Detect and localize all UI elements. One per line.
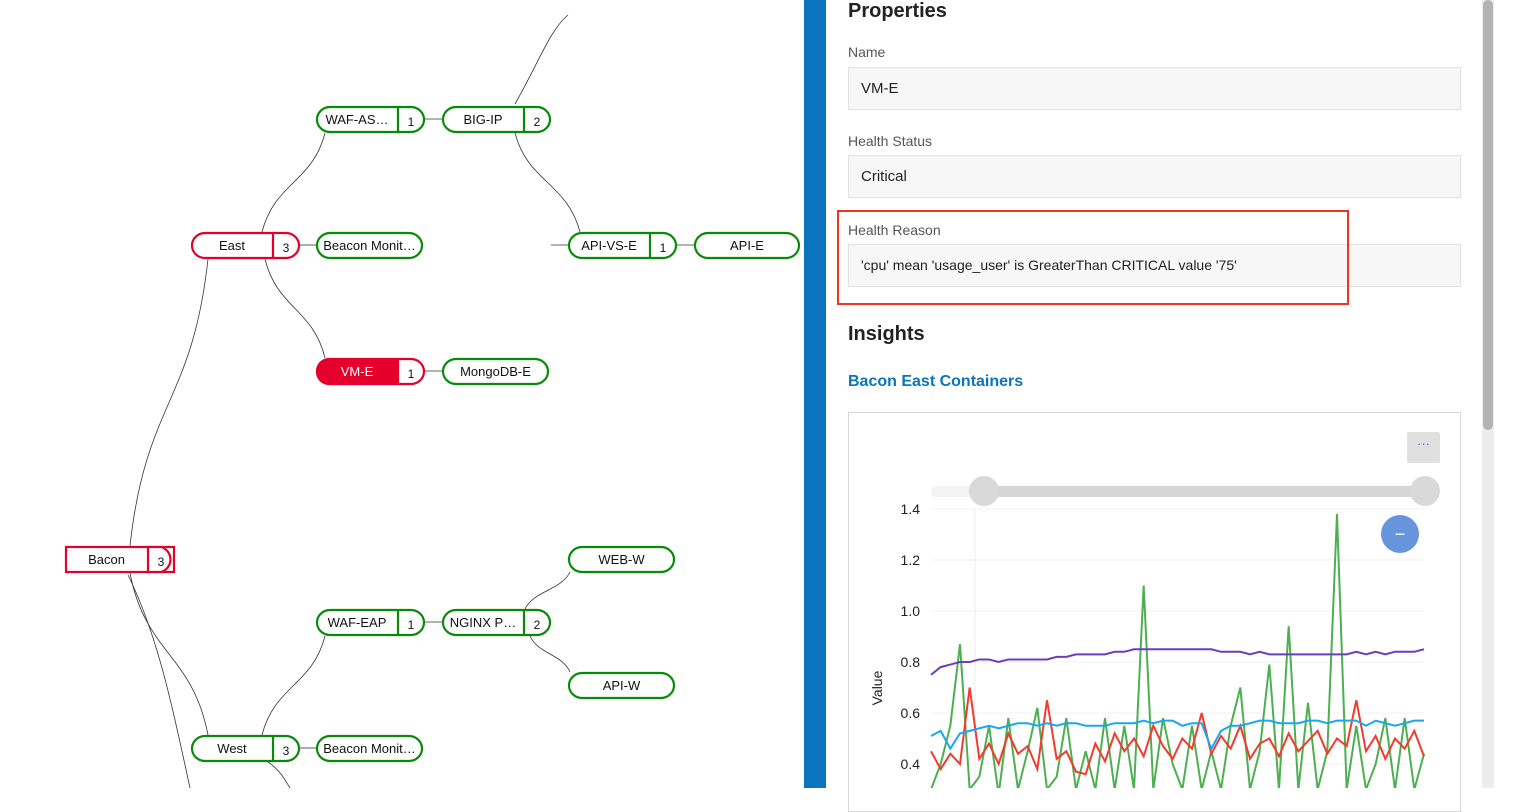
- tree-edge: [127, 574, 191, 788]
- node-count: 3: [283, 744, 290, 758]
- y-tick-label: 0.8: [901, 654, 921, 670]
- tree-node-api-e[interactable]: API-E: [693, 231, 801, 260]
- node-label: API-VS-E: [581, 238, 637, 253]
- node-count: 1: [660, 241, 667, 255]
- tree-edge: [529, 635, 571, 673]
- tree-edge: [129, 258, 209, 547]
- y-tick-label: 1.0: [901, 603, 921, 619]
- tree-node-beacon-e[interactable]: Beacon Monit…: [315, 231, 424, 260]
- tree-edge: [267, 761, 291, 788]
- node-label: Beacon Monit…: [323, 238, 416, 253]
- tree-edge: [514, 132, 581, 233]
- node-label: VM-E: [341, 364, 374, 379]
- insights-chart: 1.4 1.2 1.0 0.8 0.6 0.4 Value −: [869, 476, 1440, 788]
- y-axis-label: Value: [869, 670, 885, 705]
- tree-node-bacon[interactable]: Bacon 3: [64, 545, 176, 574]
- y-tick-label: 1.4: [901, 501, 921, 517]
- tree-node-vm-e[interactable]: VM-E 1: [315, 357, 426, 386]
- node-label: WEB-W: [598, 552, 645, 567]
- node-count: 3: [158, 555, 165, 569]
- node-label: East: [219, 238, 245, 253]
- range-slider-selection[interactable]: [984, 486, 1424, 497]
- tree-node-mongodb-e[interactable]: MongoDB-E: [441, 357, 550, 386]
- tree-node-big-ip[interactable]: BIG-IP 2: [441, 105, 552, 134]
- tree-node-waf-eap[interactable]: WAF-EAP 1: [315, 608, 426, 637]
- topology-tree: Bacon 3 East 3 WAF-AS… 1 BIG-IP 2 API-VS-E 1 API-E…: [64, 14, 801, 788]
- tree-node-api-vs-e[interactable]: API-VS-E 1: [567, 231, 678, 260]
- chart-more-button[interactable]: ···: [1407, 432, 1440, 463]
- node-count: 1: [408, 618, 415, 632]
- scrollbar-thumb[interactable]: [1483, 0, 1493, 430]
- panel-resize-divider[interactable]: [804, 0, 826, 788]
- node-count: 1: [408, 367, 415, 381]
- node-count: 1: [408, 115, 415, 129]
- node-label: WAF-AS…: [325, 112, 388, 127]
- tree-edge: [524, 571, 571, 610]
- node-count: 2: [534, 115, 541, 129]
- tree-node-web-w[interactable]: WEB-W: [567, 545, 676, 574]
- minus-icon: −: [1395, 524, 1406, 544]
- tree-edge: [264, 258, 326, 359]
- node-label: API-W: [603, 678, 641, 693]
- y-tick-label: 0.4: [901, 756, 921, 772]
- range-slider-right-handle[interactable]: [1410, 476, 1440, 506]
- node-label: WAF-EAP: [328, 615, 387, 630]
- node-count: 2: [534, 618, 541, 632]
- tree-node-east[interactable]: East 3: [190, 231, 301, 260]
- node-label: MongoDB-E: [460, 364, 531, 379]
- tree-node-api-w[interactable]: API-W: [567, 671, 676, 700]
- tree-edge: [514, 14, 569, 105]
- tree-node-west[interactable]: West 3: [190, 734, 301, 763]
- range-slider-left-handle[interactable]: [969, 476, 999, 506]
- tree-edge: [129, 572, 209, 736]
- node-label: BIG-IP: [463, 112, 502, 127]
- y-tick-label: 1.2: [901, 552, 921, 568]
- tree-node-waf-as[interactable]: WAF-AS… 1: [315, 105, 426, 134]
- tree-edge: [261, 635, 326, 736]
- node-count: 3: [283, 241, 290, 255]
- node-label: West: [217, 741, 247, 756]
- tree-edge: [261, 132, 326, 233]
- y-tick-label: 0.6: [901, 705, 921, 721]
- tree-node-nginx[interactable]: NGINX P… 2: [441, 608, 552, 637]
- node-label: Beacon Monit…: [323, 741, 416, 756]
- tree-node-beacon-w[interactable]: Beacon Monit…: [315, 734, 424, 763]
- node-label: Bacon: [88, 552, 125, 567]
- node-label: NGINX P…: [450, 615, 516, 630]
- node-label: API-E: [730, 238, 764, 253]
